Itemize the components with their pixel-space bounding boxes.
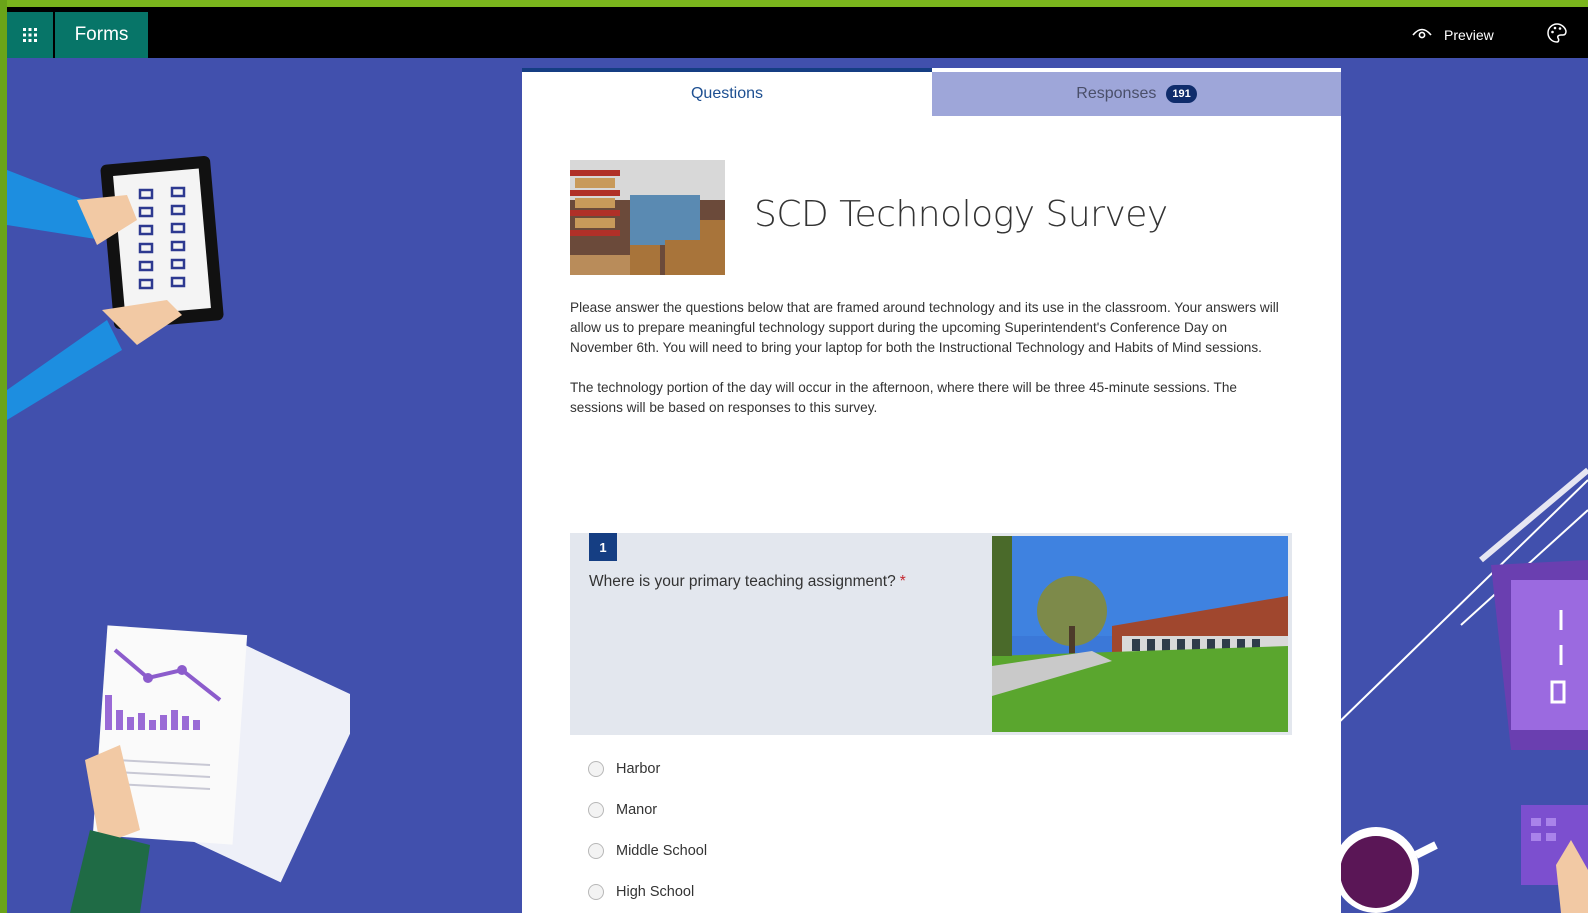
option-label: Middle School xyxy=(616,842,708,859)
frame-top-border xyxy=(0,0,1588,7)
tab-questions[interactable]: Questions xyxy=(522,68,932,116)
form-card: Questions Responses 191 SCD Technology S… xyxy=(522,68,1341,913)
tablet-illustration xyxy=(7,156,224,420)
tab-bar: Questions Responses 191 xyxy=(522,68,1341,116)
warehouse-header-image[interactable] xyxy=(570,160,725,275)
app-title[interactable]: Forms xyxy=(55,12,148,58)
app-launcher-icon[interactable] xyxy=(7,12,53,58)
survey-title[interactable]: SCD Technology Survey xyxy=(754,194,1168,235)
top-bar: Forms Preview xyxy=(7,7,1588,58)
radio-button[interactable] xyxy=(588,883,604,900)
question-1-block[interactable]: 1 Where is your primary teaching assignm… xyxy=(570,533,1292,735)
tab-responses-label: Responses xyxy=(1076,85,1157,102)
required-marker: * xyxy=(899,573,906,590)
survey-description: Please answer the questions below that a… xyxy=(570,298,1290,438)
eye-icon xyxy=(1412,27,1432,44)
school-building-image[interactable] xyxy=(992,536,1288,732)
responses-count-badge: 191 xyxy=(1166,85,1197,103)
question-number: 1 xyxy=(589,533,617,561)
option-label: Harbor xyxy=(616,760,661,777)
option-high-school[interactable]: High School xyxy=(588,871,707,912)
preview-button[interactable]: Preview xyxy=(1412,21,1494,49)
option-label: Manor xyxy=(616,801,658,818)
question-title: Where is your primary teaching assignmen… xyxy=(589,573,896,590)
description-paragraph: Please answer the questions below that a… xyxy=(570,300,1279,355)
option-harbor[interactable]: Harbor xyxy=(588,748,707,789)
option-middle-school[interactable]: Middle School xyxy=(588,830,707,871)
question-1-options: Harbor Manor Middle School High School xyxy=(588,748,707,912)
radio-button[interactable] xyxy=(588,842,604,859)
option-label: High School xyxy=(616,883,695,900)
question-text: Where is your primary teaching assignmen… xyxy=(589,573,906,591)
right-illustration xyxy=(1331,467,1588,913)
preview-label: Preview xyxy=(1444,27,1494,43)
radio-button[interactable] xyxy=(588,760,604,777)
charts-illustration xyxy=(70,625,350,913)
radio-button[interactable] xyxy=(588,801,604,818)
option-manor[interactable]: Manor xyxy=(588,789,707,830)
description-paragraph: The technology portion of the day will o… xyxy=(570,380,1237,415)
frame-left-border xyxy=(0,0,7,913)
palette-icon[interactable] xyxy=(1546,22,1572,48)
tab-responses[interactable]: Responses 191 xyxy=(932,72,1341,116)
